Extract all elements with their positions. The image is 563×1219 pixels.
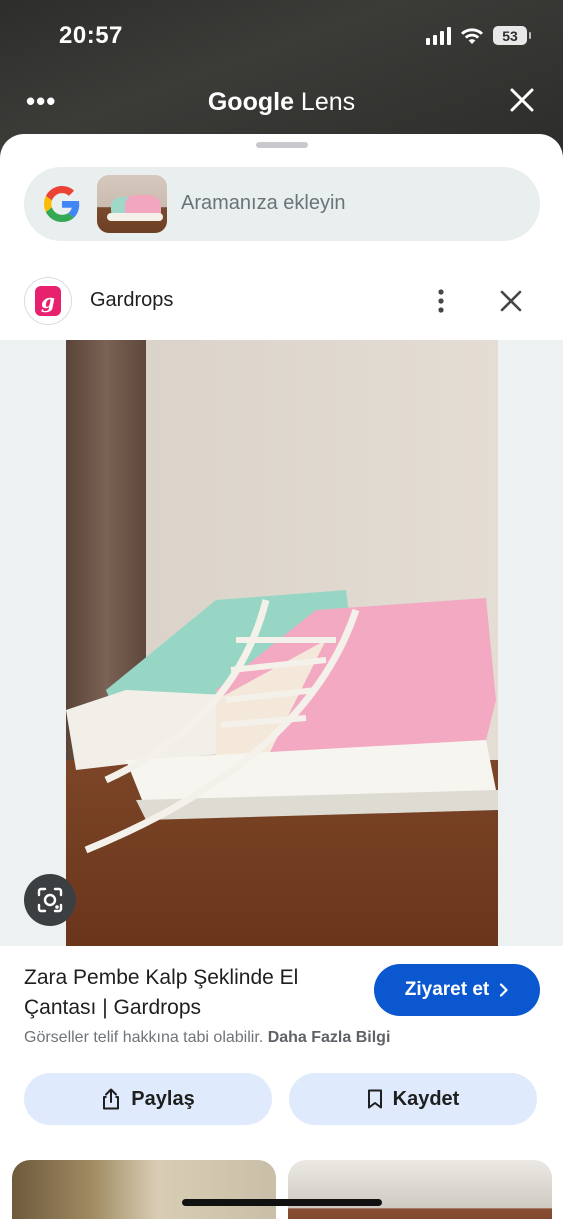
save-button[interactable]: Kaydet: [289, 1073, 537, 1125]
lens-header: ••• Google Lens: [0, 78, 563, 126]
bookmark-icon: [367, 1089, 382, 1109]
status-time: 20:57: [59, 22, 123, 49]
wifi-icon: [461, 27, 483, 44]
share-icon: [103, 1088, 120, 1110]
status-icons: 53: [426, 26, 531, 45]
close-icon[interactable]: [509, 87, 535, 113]
share-button[interactable]: Paylaş: [24, 1073, 272, 1125]
results-sheet: Aramanıza ekleyin g Gardrops Zara Pembe …: [0, 134, 563, 1219]
status-bar: 20:57 53: [0, 0, 563, 70]
sneaker-photo: [66, 340, 498, 946]
lens-camera-icon: [37, 887, 63, 913]
sheet-drag-handle[interactable]: [256, 142, 308, 148]
search-bar[interactable]: Aramanıza ekleyin: [24, 167, 540, 241]
gardrops-logo-icon: g: [35, 286, 61, 316]
cellular-signal-icon: [426, 26, 451, 45]
source-name[interactable]: Gardrops: [90, 289, 173, 312]
result-title[interactable]: Zara Pembe Kalp Şeklinde El Çantası | Ga…: [24, 963, 354, 1023]
lens-search-button[interactable]: [24, 874, 76, 926]
search-input[interactable]: Aramanıza ekleyin: [181, 192, 346, 215]
result-image-area: [0, 340, 563, 946]
battery-indicator: 53: [493, 26, 531, 45]
more-vertical-icon[interactable]: [434, 288, 448, 314]
visit-button-label: Ziyaret et: [404, 979, 490, 1000]
home-indicator[interactable]: [182, 1199, 382, 1206]
copyright-text: Görseller telif hakkına tabi olabilir.: [24, 1029, 264, 1046]
search-image-thumbnail[interactable]: [97, 175, 167, 233]
lens-title-lens: Lens: [300, 88, 356, 116]
related-result-card[interactable]: [288, 1160, 552, 1219]
google-logo-icon: [44, 186, 80, 222]
visit-button[interactable]: Ziyaret et: [374, 964, 540, 1016]
copyright-notice: Görseller telif hakkına tabi olabilir. D…: [24, 1029, 390, 1047]
related-result-card[interactable]: [12, 1160, 276, 1219]
close-result-icon[interactable]: [499, 289, 523, 313]
source-logo: g: [24, 277, 72, 325]
save-label: Kaydet: [392, 1087, 460, 1110]
share-label: Paylaş: [131, 1087, 195, 1110]
source-header: g Gardrops: [0, 274, 563, 330]
chevron-right-icon: [500, 983, 508, 997]
lens-title-google: Google: [207, 88, 294, 116]
result-image[interactable]: [66, 340, 498, 946]
more-info-link[interactable]: Daha Fazla Bilgi: [268, 1029, 391, 1046]
lens-title: Google Lens: [0, 88, 563, 117]
